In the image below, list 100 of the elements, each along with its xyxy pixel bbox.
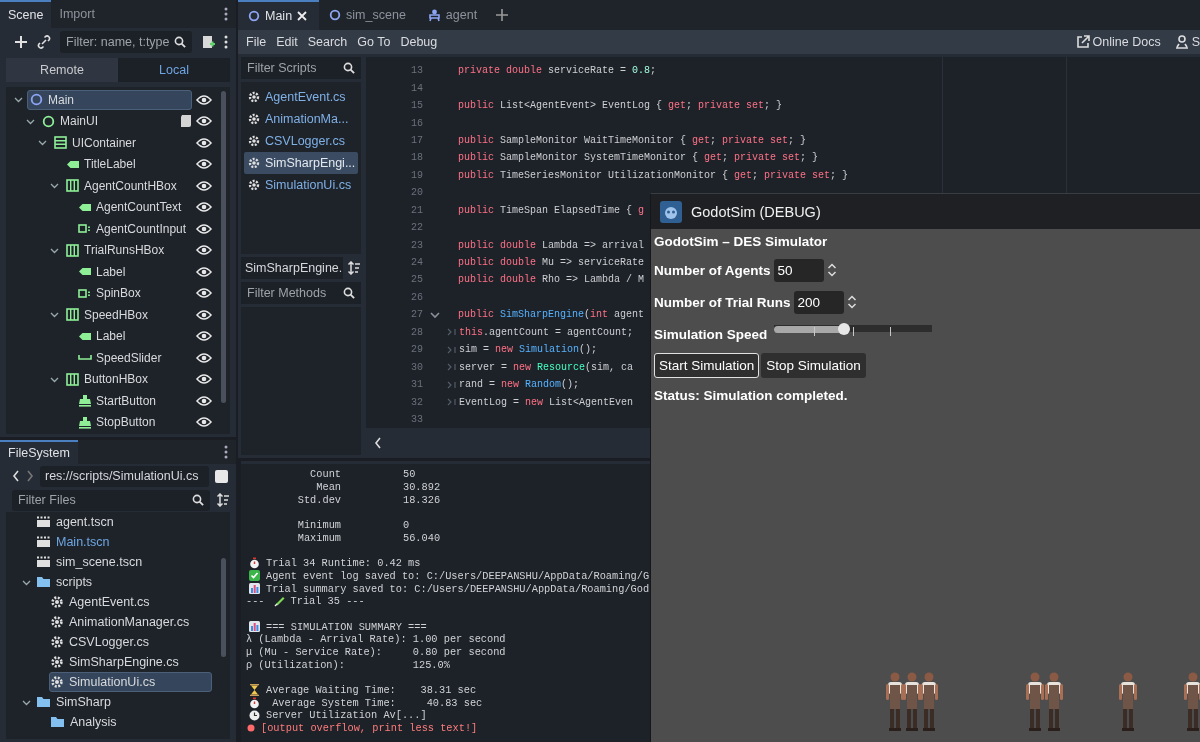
filesystem-entry[interactable]: sim_scene.tscn (35, 552, 212, 572)
spinbox-icon (78, 222, 92, 236)
scene-node[interactable]: AgentCountText (75, 197, 192, 218)
dock-tab[interactable]: Scene (0, 0, 52, 28)
chevron-left-icon[interactable] (374, 437, 382, 450)
eye-icon[interactable] (196, 351, 212, 364)
eye-icon[interactable] (196, 158, 212, 171)
scene-node[interactable]: TrialRunsHBox (63, 240, 192, 261)
editor-tab[interactable]: Main (238, 0, 320, 30)
dock-tab[interactable]: Import (51, 0, 103, 28)
script-item[interactable]: SimulationUi.cs (244, 174, 358, 196)
scrollbar-thumb[interactable] (221, 91, 226, 403)
script-item[interactable]: AnimationMa... (244, 108, 358, 130)
eye-icon[interactable] (196, 394, 212, 407)
eye-icon[interactable] (196, 416, 212, 429)
scene-node[interactable]: SpeedSlider (75, 347, 192, 368)
caret-icon[interactable] (38, 138, 47, 148)
close-icon[interactable] (297, 11, 308, 21)
scrollbar-thumb[interactable] (221, 558, 226, 657)
eye-icon[interactable] (196, 308, 212, 321)
menu-item[interactable]: Go To (357, 35, 399, 49)
scene-node[interactable]: Main (27, 89, 192, 110)
eye-icon[interactable] (196, 136, 212, 149)
action-button[interactable]: Start Simulation (654, 352, 760, 378)
filesystem-entry[interactable]: SimSharpEngine.cs (49, 652, 212, 672)
caret-icon[interactable] (14, 95, 23, 105)
filesystem-entry[interactable]: scripts (35, 572, 212, 592)
filesystem-entry[interactable]: Main.tscn (35, 532, 212, 552)
scene-node[interactable]: StopButton (75, 412, 192, 433)
filesystem-entry[interactable]: AgentEvent.cs (49, 592, 212, 612)
eye-icon[interactable] (196, 265, 212, 278)
sort-icon[interactable] (347, 261, 361, 275)
menu-item[interactable]: File (246, 35, 275, 49)
eye-icon[interactable] (196, 244, 212, 257)
circle-icon (248, 10, 260, 22)
mode-tab[interactable]: Remote (6, 58, 118, 82)
toolbar-button[interactable]: S (1174, 35, 1200, 49)
caret-icon[interactable] (50, 310, 59, 320)
menu-item[interactable]: Search (307, 35, 356, 49)
filesystem-entry[interactable]: CSVLogger.cs (49, 632, 212, 652)
code-line: public double Mu => serviceRate (458, 257, 645, 269)
action-button[interactable]: Stop Simulation (761, 352, 866, 378)
more-icon[interactable] (224, 35, 228, 49)
scene-node[interactable]: UIContainer (51, 132, 192, 153)
eye-icon[interactable] (196, 93, 212, 106)
agent-figure (901, 671, 923, 731)
script-item[interactable]: AgentEvent.cs (244, 86, 358, 108)
eye-icon[interactable] (196, 201, 212, 214)
scene-node[interactable]: SpinBox (75, 283, 192, 304)
sort-icon[interactable] (216, 493, 230, 507)
speed-slider[interactable] (774, 322, 933, 336)
spin-arrows-icon[interactable] (826, 263, 837, 277)
link-icon[interactable] (37, 35, 51, 49)
menu-item[interactable]: Edit (276, 35, 306, 49)
forward-icon[interactable] (26, 470, 34, 482)
script-add-icon[interactable] (201, 34, 215, 50)
slider-thumb[interactable] (837, 323, 850, 335)
filter-field[interactable]: Filter: name, t:type (60, 31, 192, 53)
scene-node[interactable]: MainUI (39, 111, 176, 132)
caret-icon[interactable] (50, 181, 59, 191)
scene-node[interactable]: TitleLabel (63, 154, 192, 175)
script-item[interactable]: CSVLogger.cs (244, 130, 358, 152)
scene-node[interactable]: ButtonHBox (63, 369, 192, 390)
eye-icon[interactable] (196, 179, 212, 192)
path-field[interactable]: res://scripts/SimulationUi.cs (40, 465, 209, 487)
filesystem-entry[interactable]: SimulationUi.cs (49, 672, 212, 692)
add-icon[interactable] (14, 35, 28, 49)
script-item[interactable]: SimSharpEngi... (244, 152, 358, 174)
agent-figure (1117, 671, 1139, 731)
eye-icon[interactable] (196, 222, 212, 235)
spin-arrows-icon[interactable] (846, 295, 857, 309)
scene-node[interactable]: StartButton (75, 390, 192, 411)
more-icon[interactable] (224, 7, 228, 21)
editor-tab[interactable]: sim_scene (319, 0, 418, 30)
eye-icon[interactable] (196, 373, 212, 386)
number-input[interactable]: 200 (793, 290, 844, 314)
script-icon[interactable] (180, 114, 192, 129)
scene-node[interactable]: Label (75, 261, 192, 282)
filesystem-entry[interactable]: SimSharp (35, 692, 212, 712)
scene-node[interactable]: SpeedHBox (63, 304, 192, 325)
toolbar-button[interactable]: Online Docs (1075, 35, 1161, 49)
menu-item[interactable]: Debug (400, 35, 446, 49)
editor-tab[interactable]: agent (417, 0, 490, 30)
number-input[interactable]: 50 (773, 258, 824, 282)
filesystem-entry[interactable]: agent.tscn (35, 512, 212, 532)
eye-icon[interactable] (196, 115, 212, 128)
back-icon[interactable] (12, 470, 20, 482)
more-icon[interactable] (224, 445, 228, 459)
add-tab-icon[interactable] (495, 8, 510, 22)
scene-node[interactable]: Label (75, 326, 192, 347)
toggle-view-button[interactable] (215, 469, 228, 483)
filesystem-entry[interactable]: AnimationManager.cs (49, 612, 212, 632)
eye-icon[interactable] (196, 287, 212, 300)
line-number: 32 (410, 396, 423, 408)
scene-node[interactable]: AgentCountHBox (63, 175, 192, 196)
mode-tab[interactable]: Local (118, 58, 230, 82)
scene-node[interactable]: AgentCountInput (75, 218, 192, 239)
filter-field[interactable]: Filter Files (12, 489, 210, 511)
eye-icon[interactable] (196, 330, 212, 343)
filesystem-entry[interactable]: Analysis (49, 712, 212, 732)
